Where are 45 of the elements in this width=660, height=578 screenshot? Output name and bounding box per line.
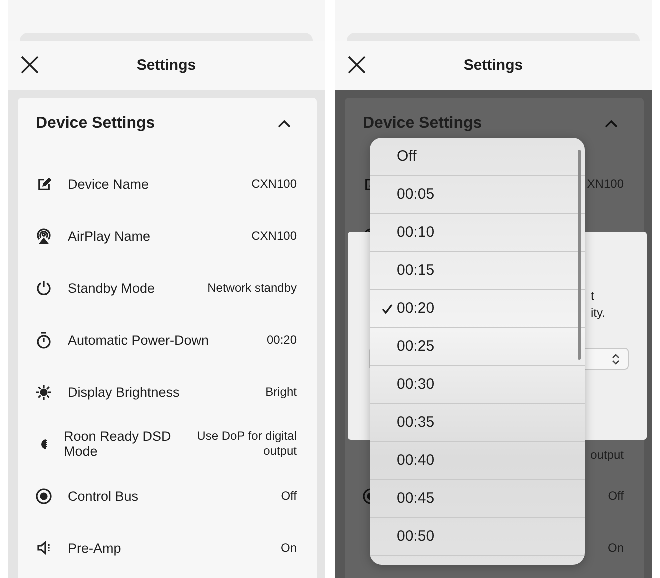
setting-label[interactable]: AirPlay Name	[68, 228, 252, 244]
section-title: Device Settings	[36, 115, 156, 133]
setting-value: CXN100	[252, 228, 297, 244]
header-title: Settings	[136, 57, 196, 74]
collapse-toggle[interactable]	[605, 120, 618, 128]
dialog-text: t	[591, 288, 596, 305]
setting-label[interactable]: Roon Ready DSD Mode	[64, 429, 179, 459]
setting-value: On	[280, 540, 297, 556]
setting-value: Off	[608, 488, 624, 504]
setting-label[interactable]: Control Bus	[68, 488, 282, 504]
stopwatch-icon	[36, 332, 52, 348]
pencil-square-icon	[36, 176, 52, 192]
dropdown-option[interactable]: 00:35	[370, 404, 585, 442]
setting-value: output	[590, 448, 624, 464]
setting-label[interactable]: Standby Mode	[68, 280, 208, 296]
setting-label[interactable]: Display Brightness	[68, 384, 266, 400]
setting-value: Bright	[266, 384, 297, 400]
section-title: Device Settings	[363, 115, 482, 133]
power-icon	[36, 280, 52, 296]
dropdown-option[interactable]: 00:30	[370, 366, 585, 404]
radio-dot-icon	[36, 488, 52, 504]
dialog-text: ity.	[591, 305, 606, 322]
setting-value: On	[608, 540, 624, 556]
setting-value: Use DoP for digital output	[196, 429, 297, 459]
airplay-icon	[36, 228, 52, 244]
setting-label[interactable]: Device Name	[68, 176, 252, 192]
dropdown-option[interactable]: 00:50	[370, 518, 585, 556]
header-title: Settings	[464, 57, 524, 74]
speaker-icon	[36, 541, 52, 555]
checkmark-icon	[382, 304, 393, 314]
setting-value: Off	[281, 488, 297, 504]
setting-value: 00:20	[266, 332, 297, 348]
close-button[interactable]	[348, 56, 366, 74]
close-button[interactable]	[21, 56, 39, 74]
collapse-toggle[interactable]	[278, 120, 291, 128]
dropdown-option[interactable]: 00:40	[370, 442, 585, 480]
setting-value: XN100	[587, 176, 624, 192]
dropdown-option[interactable]: 00:45	[370, 480, 585, 518]
setting-value: Network standby	[208, 280, 297, 296]
updown-icon	[612, 354, 620, 364]
setting-value: CXN100	[252, 176, 297, 192]
setting-label[interactable]: Pre-Amp	[68, 540, 281, 556]
setting-label[interactable]: Automatic Power-Down	[68, 332, 267, 348]
scrollbar[interactable]	[578, 150, 581, 360]
brightness-icon	[36, 384, 52, 400]
